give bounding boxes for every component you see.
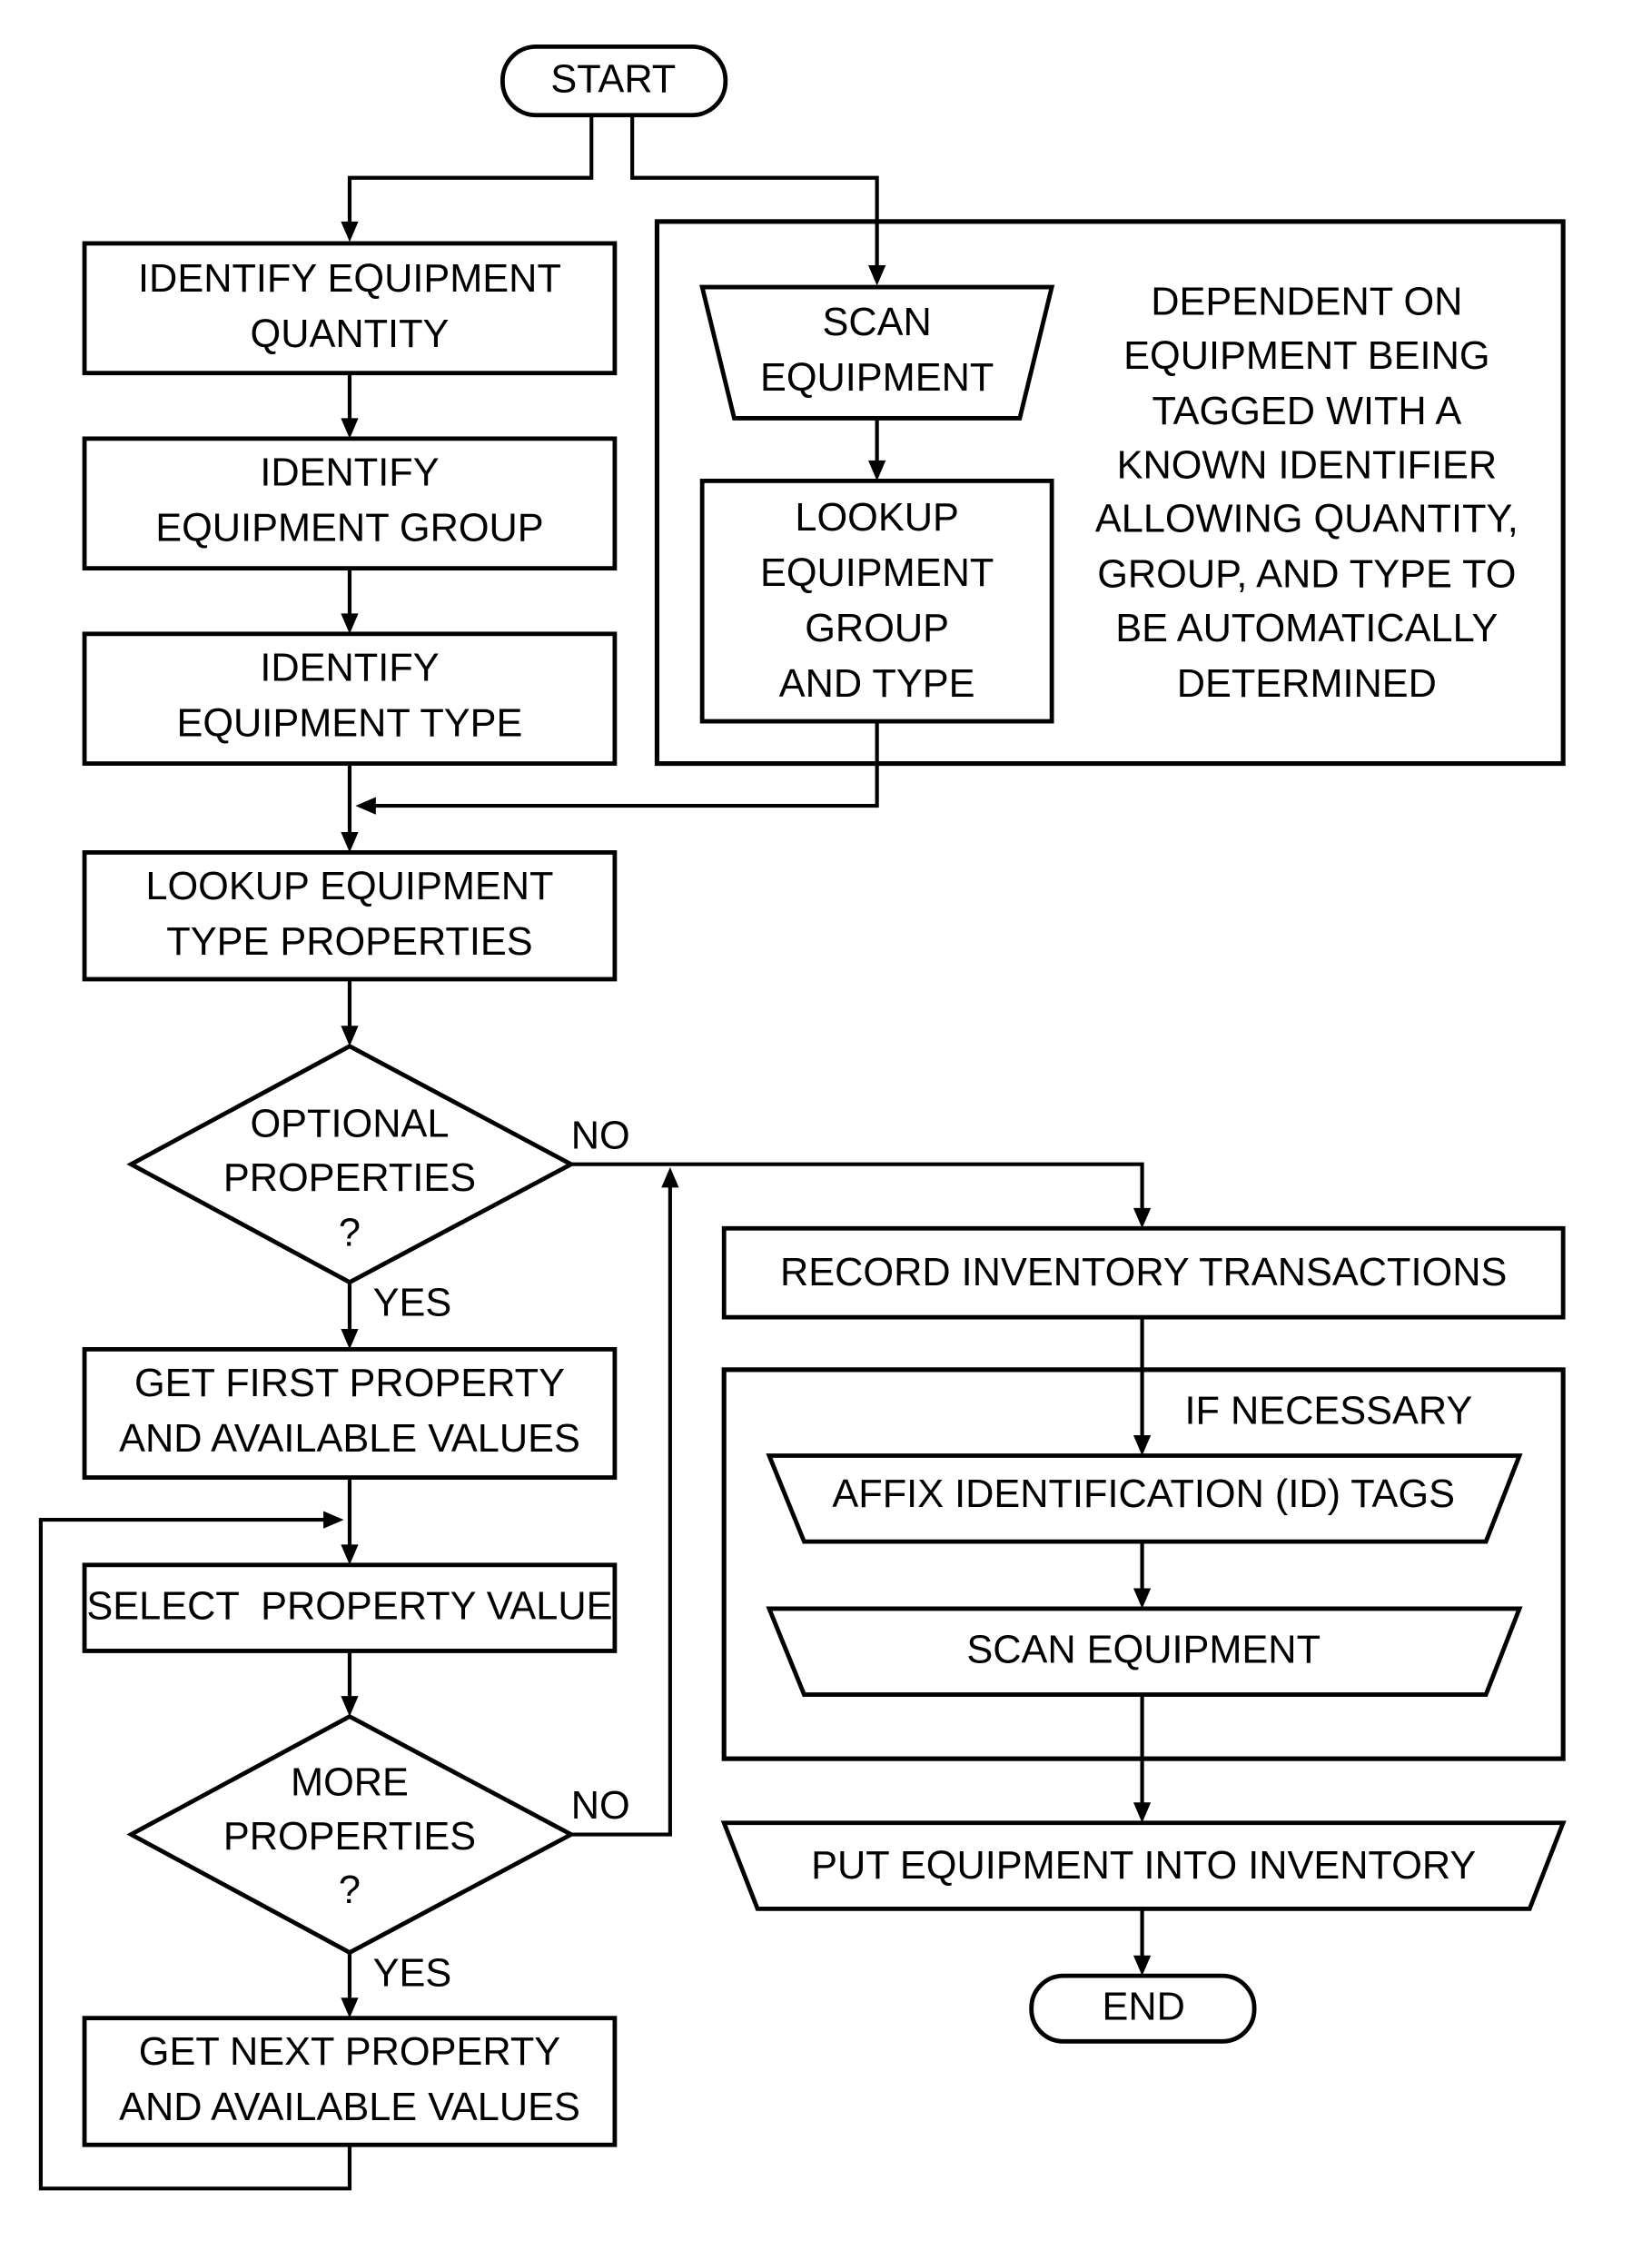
identify-quantity-box: IDENTIFY EQUIPMENT QUANTITY: [82, 241, 618, 376]
no-label: NO: [571, 1784, 630, 1828]
arrowhead: [341, 1026, 359, 1046]
identify-type-box: IDENTIFY EQUIPMENT TYPE: [82, 631, 618, 766]
lookup-type-properties-line1: LOOKUP EQUIPMENT: [145, 865, 553, 908]
decision-line3: ?: [339, 1868, 361, 1912]
arrowhead: [868, 264, 886, 286]
decision-line1: MORE: [291, 1760, 409, 1804]
get-next-property-box: GET NEXT PROPERTY AND AVAILABLE VALUES: [82, 2016, 618, 2147]
identify-quantity-line2: QUANTITY: [251, 312, 450, 356]
decision-line1: OPTIONAL: [251, 1102, 450, 1145]
arrowhead: [341, 1696, 359, 1717]
arrowhead: [868, 460, 886, 481]
end-terminal: END: [1029, 1973, 1257, 2044]
note-line: GROUP, AND TYPE TO: [1097, 553, 1516, 597]
lookup-type-properties-box: LOOKUP EQUIPMENT TYPE PROPERTIES: [82, 850, 618, 982]
arrowhead: [661, 1166, 679, 1188]
arrowhead: [1133, 1955, 1152, 1977]
more-properties-decision: MORE PROPERTIES ?: [126, 1713, 576, 1956]
scan-equipment-line1: SCAN: [822, 301, 931, 344]
arrowhead: [341, 831, 359, 853]
note-line: DETERMINED: [1177, 662, 1437, 706]
identify-group-line1: IDENTIFY: [260, 451, 439, 494]
identify-group-box: IDENTIFY EQUIPMENT GROUP: [82, 436, 618, 571]
decision-line3: ?: [339, 1212, 361, 1255]
connector-no-to-record: [570, 1162, 1144, 1217]
get-first-property-line1: GET FIRST PROPERTY: [134, 1362, 565, 1405]
decision-line2: PROPERTIES: [223, 1156, 476, 1200]
put-into-inventory-manual-op: PUT EQUIPMENT INTO INVENTORY: [720, 1820, 1567, 1911]
arrowhead: [341, 613, 359, 634]
start-terminal: START: [500, 44, 728, 118]
identify-type-line2: EQUIPMENT TYPE: [176, 701, 522, 745]
arrowhead: [341, 418, 359, 439]
arrowhead: [1133, 1588, 1152, 1609]
put-into-inventory-label: PUT EQUIPMENT INTO INVENTORY: [811, 1844, 1476, 1888]
note-line: ALLOWING QUANTITY,: [1095, 498, 1518, 541]
arrowhead: [341, 1544, 359, 1565]
start-label: START: [550, 57, 676, 101]
connector-no-to-merge: [570, 1185, 672, 1837]
decision-line2: PROPERTIES: [223, 1815, 476, 1859]
lookup-group-type-line1: LOOKUP: [795, 496, 958, 540]
affix-tags-label: AFFIX IDENTIFICATION (ID) TAGS: [832, 1472, 1455, 1516]
lookup-group-type-box: LOOKUP EQUIPMENT GROUP AND TYPE: [699, 478, 1054, 724]
scan-equipment-bottom-label: SCAN EQUIPMENT: [966, 1628, 1321, 1671]
lookup-group-type-line4: AND TYPE: [779, 662, 975, 706]
arrowhead: [1133, 1802, 1152, 1823]
record-transactions-label: RECORD INVENTORY TRANSACTIONS: [780, 1251, 1507, 1294]
scan-equipment-bottom-manual-op: SCAN EQUIPMENT: [766, 1606, 1523, 1697]
end-label: END: [1102, 1985, 1184, 2028]
arrowhead: [323, 1511, 344, 1529]
note-line: DEPENDENT ON: [1151, 281, 1462, 324]
yes-label: YES: [373, 1282, 452, 1325]
get-next-property-line1: GET NEXT PROPERTY: [139, 2030, 560, 2074]
get-first-property-line2: AND AVAILABLE VALUES: [119, 1417, 580, 1461]
arrowhead: [341, 221, 359, 243]
record-transactions-box: RECORD INVENTORY TRANSACTIONS: [721, 1225, 1566, 1320]
affix-tags-manual-op: AFFIX IDENTIFICATION (ID) TAGS: [766, 1453, 1523, 1544]
flowchart: START IDENTIFY EQUIPMENT QUANTITY IDENTI…: [38, 44, 1567, 2191]
lookup-type-properties-line2: TYPE PROPERTIES: [166, 920, 532, 964]
identify-group-line2: EQUIPMENT GROUP: [155, 506, 543, 550]
identify-type-line1: IDENTIFY: [260, 646, 439, 689]
arrowhead: [1133, 1435, 1152, 1456]
note-line: EQUIPMENT BEING: [1123, 334, 1489, 378]
optional-properties-decision: OPTIONAL PROPERTIES ?: [126, 1044, 576, 1285]
select-property-value-box: SELECT PROPERTY VALUE: [82, 1562, 618, 1653]
arrowhead: [341, 1997, 359, 2018]
note-line: KNOWN IDENTIFIER: [1117, 443, 1498, 487]
dependency-note: DEPENDENT ON EQUIPMENT BEING TAGGED WITH…: [1095, 281, 1518, 706]
note-line: BE AUTOMATICALLY: [1115, 607, 1498, 650]
lookup-group-type-line2: EQUIPMENT: [760, 551, 994, 595]
arrowhead: [1133, 1207, 1152, 1229]
connector-start-left: [347, 114, 594, 231]
arrowhead: [355, 797, 376, 815]
scan-equipment-line2: EQUIPMENT: [760, 356, 994, 400]
yes-label: YES: [373, 1952, 452, 1996]
identify-quantity-line1: IDENTIFY EQUIPMENT: [138, 257, 561, 301]
get-first-property-box: GET FIRST PROPERTY AND AVAILABLE VALUES: [82, 1347, 618, 1480]
connector-start-right: [630, 114, 879, 274]
arrowhead: [341, 1328, 359, 1350]
note-line: TAGGED WITH A: [1152, 390, 1461, 433]
if-necessary-label: IF NECESSARY: [1184, 1389, 1472, 1432]
select-property-value-label: SELECT PROPERTY VALUE: [86, 1584, 612, 1628]
get-next-property-line2: AND AVAILABLE VALUES: [119, 2086, 580, 2129]
lookup-group-type-line3: GROUP: [805, 607, 949, 650]
scan-equipment-manual-op: SCAN EQUIPMENT: [699, 284, 1055, 421]
no-label: NO: [571, 1114, 630, 1157]
